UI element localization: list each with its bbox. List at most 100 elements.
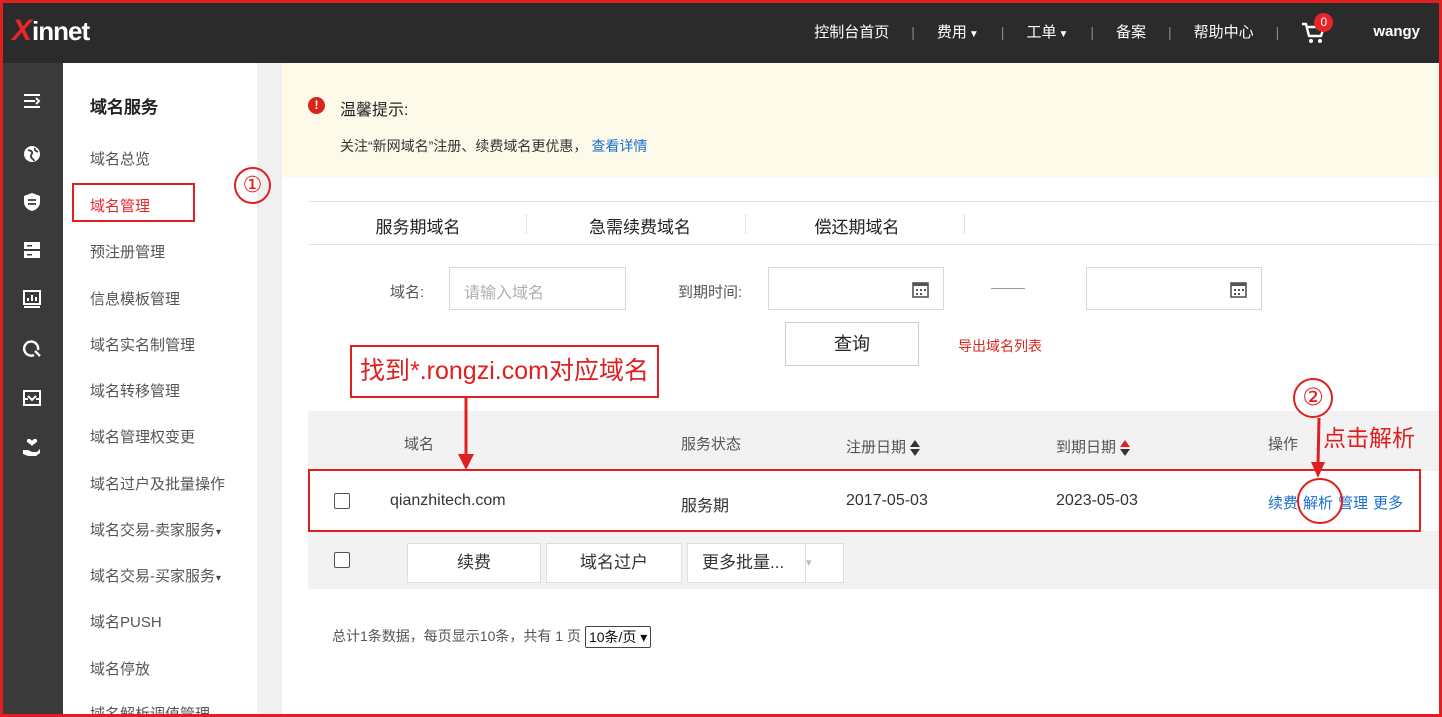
caret-down-icon: ▼ bbox=[968, 29, 979, 40]
top-bar: Xinnet 控制台首页 | 费用 ▼ | 工单 ▼ | 备案 | 帮助中心 | 0… bbox=[0, 0, 1442, 63]
op-renew-link[interactable]: 续费 bbox=[1268, 495, 1298, 512]
op-dns-resolve-link[interactable]: 解析 bbox=[1303, 495, 1333, 512]
row-status: 服务期 bbox=[681, 498, 730, 515]
tab-divider bbox=[745, 214, 746, 234]
menu-item-info-template[interactable]: 信息模板管理 bbox=[90, 288, 180, 309]
header-exp-date[interactable]: 到期日期 bbox=[1056, 436, 1131, 457]
sort-icon bbox=[1120, 440, 1131, 457]
header-reg-date[interactable]: 注册日期 bbox=[846, 436, 921, 457]
batch-more-label: 更多批量... bbox=[702, 553, 785, 572]
tab-service-period[interactable]: 服务期域名 bbox=[358, 202, 478, 244]
dropdown-marker-icon: ▾ bbox=[216, 527, 222, 538]
nav-tickets-label: 工单 bbox=[1026, 24, 1057, 41]
nav-filing[interactable]: 备案 bbox=[1094, 21, 1168, 42]
pagination: 总计1条数据，每页显示10条，共有 1 页 10条/页 ▾ bbox=[332, 626, 652, 649]
header-status: 服务状态 bbox=[681, 436, 742, 453]
menu-title: 域名服务 bbox=[90, 98, 158, 117]
menu-item-transfer[interactable]: 域名转移管理 bbox=[90, 380, 180, 401]
nav-billing[interactable]: 费用 ▼ bbox=[915, 21, 1001, 42]
calendar-icon[interactable] bbox=[912, 281, 929, 298]
top-nav: 控制台首页 | 费用 ▼ | 工单 ▼ | 备案 | 帮助中心 | 0 wangy bbox=[792, 0, 1442, 63]
globe-icon[interactable] bbox=[20, 142, 44, 166]
tab-divider bbox=[526, 214, 527, 234]
expire-end-date-input[interactable] bbox=[1086, 267, 1262, 310]
shield-icon[interactable] bbox=[20, 190, 44, 214]
header-exp-date-label: 到期日期 bbox=[1056, 439, 1117, 456]
warning-icon: ! bbox=[308, 97, 325, 114]
header-reg-date-label: 注册日期 bbox=[846, 439, 907, 456]
menu-item-ownership-batch[interactable]: 域名过户及批量操作 bbox=[90, 473, 225, 494]
tab-urgent-renewal[interactable]: 急需续费域名 bbox=[570, 202, 710, 244]
menu-item-domain-overview[interactable]: 域名总览 bbox=[90, 148, 150, 169]
menu-item-seller-service[interactable]: 域名交易-卖家服务▾ bbox=[90, 519, 221, 540]
tab-redemption[interactable]: 偿还期域名 bbox=[797, 202, 917, 244]
query-button[interactable]: 查询 bbox=[785, 322, 919, 366]
arrow-down-icon bbox=[458, 396, 474, 470]
row-checkbox[interactable] bbox=[334, 493, 350, 509]
notice-text: 关注“新网域名”注册、续费域名更优惠， 查看详情 bbox=[340, 136, 647, 156]
inbox-icon[interactable] bbox=[20, 386, 44, 410]
pagination-summary: 总计1条数据，每页显示10条，共有 1 页 bbox=[332, 628, 581, 644]
op-more-link[interactable]: 更多 bbox=[1373, 495, 1403, 512]
menu-item-domain-push[interactable]: 域名PUSH bbox=[90, 611, 162, 632]
logo-x: X bbox=[12, 14, 32, 47]
notice-title: 温馨提示: bbox=[340, 102, 409, 119]
menu-item-label: 域名交易-买家服务 bbox=[90, 568, 215, 585]
menu-item-buyer-service[interactable]: 域名交易-买家服务▾ bbox=[90, 565, 221, 586]
notice-body: 关注“新网域名”注册、续费域名更优惠， bbox=[340, 138, 588, 154]
logo-text: innet bbox=[32, 15, 90, 46]
monitor-chart-icon[interactable] bbox=[20, 287, 44, 311]
op-manage-link[interactable]: 管理 bbox=[1338, 495, 1368, 512]
tab-divider bbox=[964, 214, 965, 234]
nav-console-home[interactable]: 控制台首页 bbox=[792, 21, 911, 42]
menu-item-real-name[interactable]: 域名实名制管理 bbox=[90, 334, 195, 355]
xinnet-logo[interactable]: Xinnet bbox=[12, 14, 90, 48]
menu-item-dns-value[interactable]: 域名解析调值管理 bbox=[90, 703, 210, 717]
table-header: 域名 服务状态 注册日期 到期日期 操作 bbox=[308, 411, 1442, 471]
domain-filter-label: 域名: bbox=[390, 284, 425, 301]
batch-renew-button[interactable]: 续费 bbox=[407, 543, 541, 583]
hand-heart-icon[interactable] bbox=[20, 435, 44, 459]
notice-details-link[interactable]: 查看详情 bbox=[591, 138, 647, 154]
dropdown-marker-icon: ▾ bbox=[216, 573, 222, 584]
batch-more-dropdown[interactable]: 更多批量... ▾ bbox=[687, 543, 844, 583]
cloud-sync-icon[interactable] bbox=[20, 336, 44, 360]
select-all-checkbox[interactable] bbox=[334, 552, 350, 568]
header-domain: 域名 bbox=[404, 436, 435, 453]
menu-item-label: 域名交易-卖家服务 bbox=[90, 522, 215, 539]
menu-item-admin-change[interactable]: 域名管理权变更 bbox=[90, 426, 195, 447]
cart-button[interactable]: 0 bbox=[1301, 12, 1334, 47]
menu-item-parking[interactable]: 域名停放 bbox=[90, 658, 150, 679]
header-operations: 操作 bbox=[1268, 436, 1299, 453]
row-exp-date: 2023-05-03 bbox=[1056, 492, 1138, 509]
menu-item-domain-management[interactable]: 域名管理 bbox=[90, 195, 150, 216]
row-domain: qianzhitech.com bbox=[390, 492, 506, 509]
nav-help-center[interactable]: 帮助中心 bbox=[1172, 21, 1276, 42]
page-size-select[interactable]: 10条/页 ▾ bbox=[584, 626, 652, 649]
domain-tabs: 服务期域名 急需续费域名 偿还期域名 bbox=[308, 201, 1442, 245]
batch-actions-bar: 续费 域名过户 更多批量... ▾ bbox=[308, 531, 1442, 589]
nav-billing-label: 费用 bbox=[936, 24, 967, 41]
menu-item-pre-registration[interactable]: 预注册管理 bbox=[90, 241, 165, 262]
expire-start-date-input[interactable] bbox=[768, 267, 944, 310]
chevron-down-icon[interactable]: ▾ bbox=[805, 544, 843, 582]
nav-separator: | bbox=[1275, 23, 1280, 40]
collapse-icon[interactable] bbox=[20, 89, 44, 113]
icon-sidebar bbox=[0, 63, 63, 717]
row-reg-date: 2017-05-03 bbox=[846, 492, 928, 509]
table-row: qianzhitech.com 服务期 2017-05-03 2023-05-0… bbox=[308, 471, 1442, 531]
sidebar-gutter bbox=[257, 63, 282, 717]
user-menu[interactable]: wangy bbox=[1351, 23, 1442, 40]
domain-service-menu: 域名服务 域名总览 域名管理 预注册管理 信息模板管理 域名实名制管理 域名转移… bbox=[63, 63, 257, 717]
nav-tickets[interactable]: 工单 ▼ bbox=[1004, 21, 1090, 42]
caret-down-icon: ▼ bbox=[1058, 29, 1069, 40]
export-domain-list-link[interactable]: 导出域名列表 bbox=[958, 336, 1042, 356]
batch-transfer-button[interactable]: 域名过户 bbox=[546, 543, 682, 583]
date-range-dash bbox=[991, 288, 1025, 289]
server-icon[interactable] bbox=[20, 238, 44, 262]
domain-search-input[interactable]: 请输入域名 bbox=[449, 267, 626, 310]
expire-time-label: 到期时间: bbox=[678, 284, 743, 301]
arrow-down-icon bbox=[1311, 418, 1325, 478]
cart-badge: 0 bbox=[1314, 12, 1334, 32]
calendar-icon[interactable] bbox=[1230, 281, 1247, 298]
